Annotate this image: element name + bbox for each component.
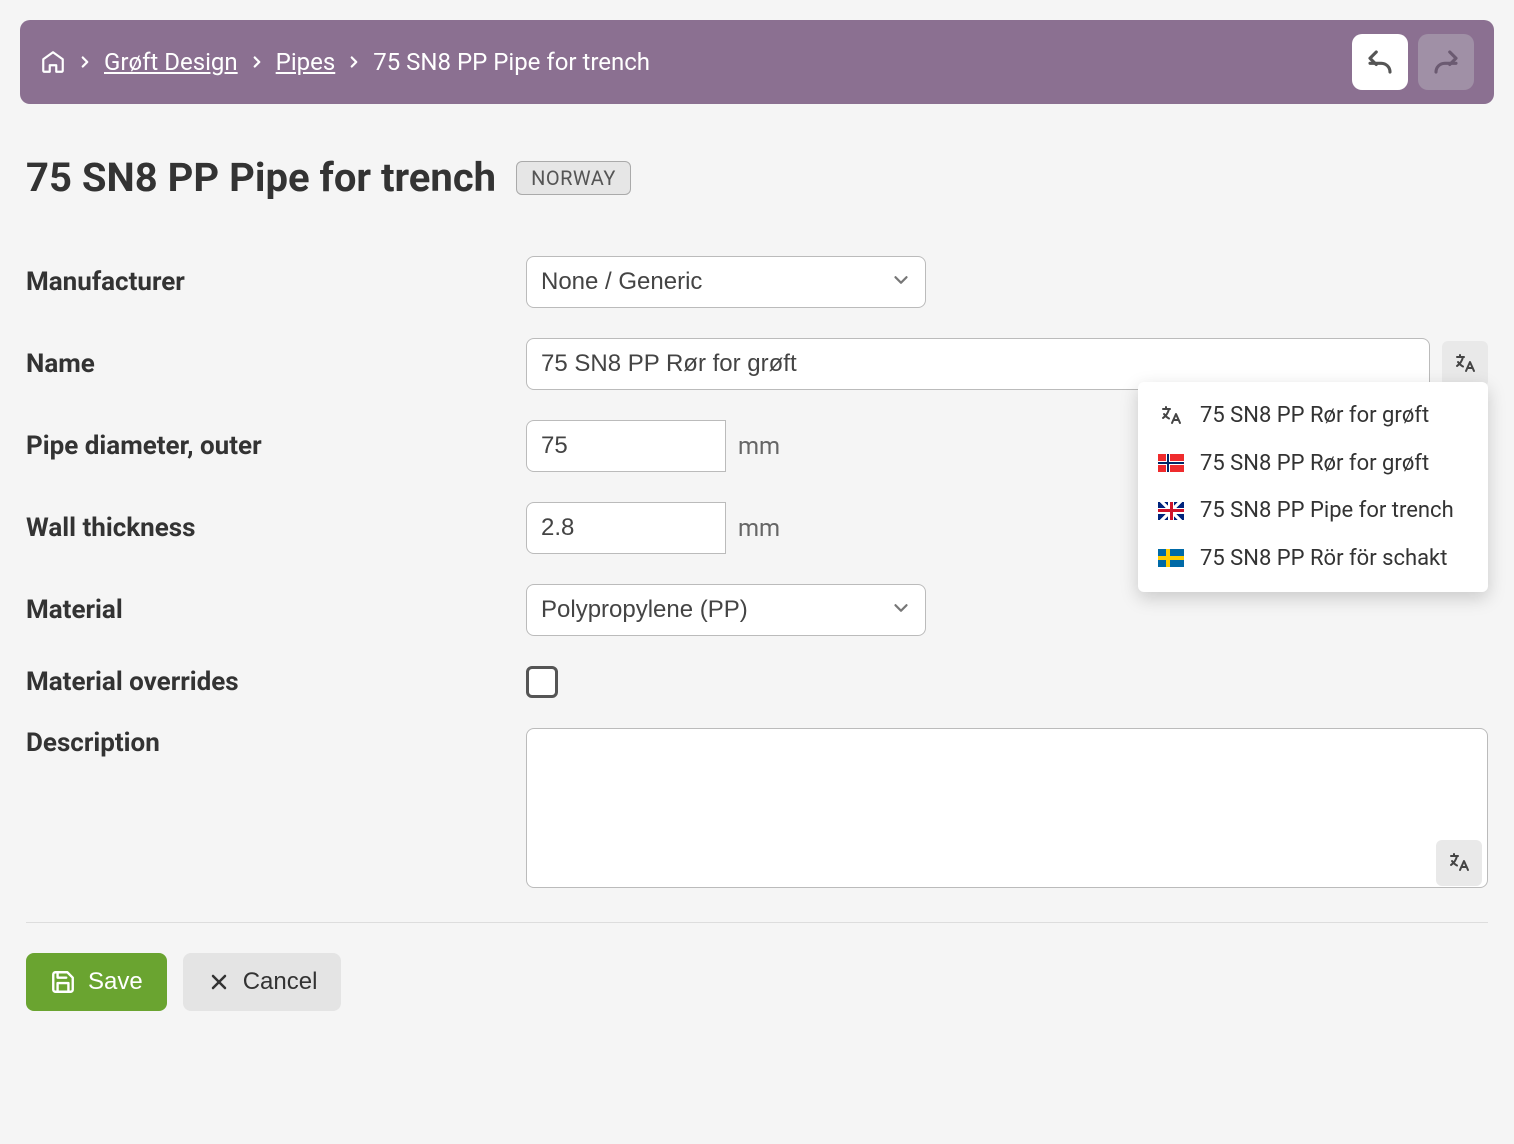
flag-sweden-icon	[1156, 549, 1186, 567]
translation-item-no[interactable]: 75 SN8 PP Rør for grøft	[1138, 440, 1488, 488]
breadcrumb-link-pipes[interactable]: Pipes	[276, 48, 336, 76]
material-select[interactable]	[526, 584, 926, 636]
breadcrumb: Grøft Design Pipes 75 SN8 PP Pipe for tr…	[40, 48, 650, 76]
label-material: Material	[26, 595, 526, 625]
description-textarea[interactable]	[526, 728, 1488, 888]
translate-name-button[interactable]	[1442, 341, 1488, 387]
cancel-button[interactable]: Cancel	[183, 953, 342, 1011]
manufacturer-select[interactable]	[526, 256, 926, 308]
save-button[interactable]: Save	[26, 953, 167, 1011]
home-icon[interactable]	[40, 49, 66, 75]
translate-icon	[1453, 352, 1477, 376]
undo-icon	[1365, 47, 1395, 77]
row-manufacturer: Manufacturer	[26, 256, 1488, 308]
breadcrumb-actions	[1352, 34, 1474, 90]
chevron-right-icon	[248, 53, 266, 71]
translations-dropdown: 75 SN8 PP Rør for grøft 75 SN8 PP Rør fo…	[1138, 382, 1488, 592]
label-description: Description	[26, 728, 526, 758]
breadcrumb-bar: Grøft Design Pipes 75 SN8 PP Pipe for tr…	[20, 20, 1494, 104]
translation-item-gb[interactable]: 75 SN8 PP Pipe for trench	[1138, 487, 1488, 535]
translate-description-button[interactable]	[1436, 840, 1482, 886]
translation-text: 75 SN8 PP Rør for grøft	[1200, 402, 1429, 430]
form-actions: Save Cancel	[20, 953, 1494, 1011]
pipe-form: Manufacturer Name 75 SN8 PP Rø	[20, 256, 1494, 923]
redo-icon	[1431, 47, 1461, 77]
translation-text: 75 SN8 PP Rör för schakt	[1200, 545, 1447, 573]
manufacturer-select-value[interactable]	[526, 256, 926, 308]
breadcrumb-current: 75 SN8 PP Pipe for trench	[373, 48, 650, 76]
breadcrumb-link-groft-design[interactable]: Grøft Design	[104, 48, 238, 76]
translation-text: 75 SN8 PP Rør for grøft	[1200, 450, 1429, 478]
translation-item-se[interactable]: 75 SN8 PP Rör för schakt	[1138, 535, 1488, 583]
wall-thickness-unit: mm	[734, 502, 780, 554]
translation-item-generic[interactable]: 75 SN8 PP Rør for grøft	[1138, 392, 1488, 440]
label-material-overrides: Material overrides	[26, 667, 526, 697]
close-icon	[207, 970, 231, 994]
translation-text: 75 SN8 PP Pipe for trench	[1200, 497, 1454, 525]
chevron-right-icon	[345, 53, 363, 71]
undo-button[interactable]	[1352, 34, 1408, 90]
diameter-input[interactable]	[526, 420, 726, 472]
save-button-label: Save	[88, 968, 143, 996]
diameter-unit: mm	[734, 420, 780, 472]
page-header: 75 SN8 PP Pipe for trench NORWAY	[20, 154, 1494, 201]
label-name: Name	[26, 349, 526, 379]
country-badge: NORWAY	[516, 161, 631, 195]
label-diameter: Pipe diameter, outer	[26, 431, 526, 461]
chevron-right-icon	[76, 53, 94, 71]
flag-norway-icon	[1156, 454, 1186, 472]
divider	[26, 922, 1488, 923]
material-select-value[interactable]	[526, 584, 926, 636]
row-name: Name 75 SN8 PP Rør for grøft 75 SN8 PP R…	[26, 338, 1488, 390]
translate-icon	[1447, 851, 1471, 875]
wall-thickness-input[interactable]	[526, 502, 726, 554]
row-material-overrides: Material overrides	[26, 666, 1488, 698]
translate-icon	[1156, 404, 1186, 428]
save-icon	[50, 969, 76, 995]
label-manufacturer: Manufacturer	[26, 267, 526, 297]
material-overrides-checkbox[interactable]	[526, 666, 558, 698]
redo-button[interactable]	[1418, 34, 1474, 90]
cancel-button-label: Cancel	[243, 968, 318, 996]
flag-uk-icon	[1156, 502, 1186, 520]
page-title: 75 SN8 PP Pipe for trench	[26, 154, 496, 201]
label-wall-thickness: Wall thickness	[26, 513, 526, 543]
row-description: Description	[26, 728, 1488, 892]
